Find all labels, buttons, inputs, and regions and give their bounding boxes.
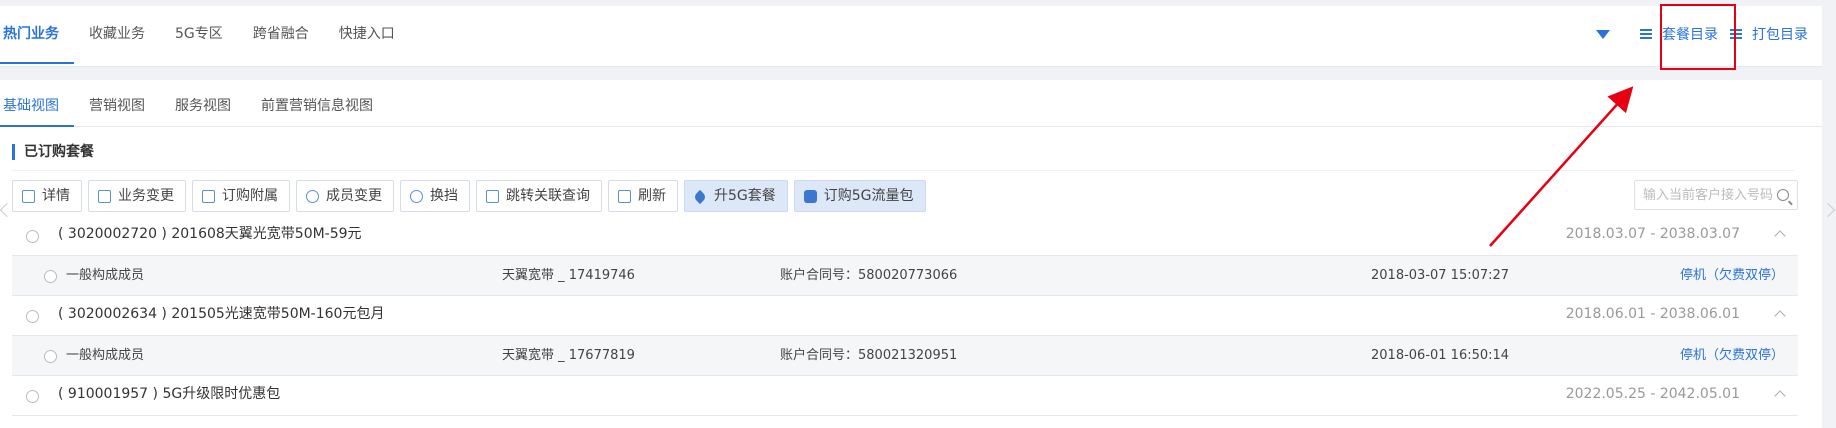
business-change-button[interactable]: 业务变更 xyxy=(88,180,186,212)
chevron-up-icon[interactable] xyxy=(1774,310,1786,322)
top-tabs: 热门业务 收藏业务 5G专区 跨省融合 快捷入口 xyxy=(0,6,410,66)
refresh-label: 刷新 xyxy=(638,188,666,204)
tab-favorites[interactable]: 收藏业务 xyxy=(74,6,160,64)
bundle-catalog-link[interactable]: 打包目录 xyxy=(1730,24,1808,44)
order-5g-data-button[interactable]: 订购5G流量包 xyxy=(793,180,926,212)
member-time: 2018-03-07 15:07:27 xyxy=(1371,268,1510,283)
search-input[interactable] xyxy=(1635,181,1781,209)
package-dates: 2018.06.01 - 2038.06.01 xyxy=(1565,306,1740,322)
upgrade-5g-label: 升5G套餐 xyxy=(714,188,776,204)
tab-cross-province[interactable]: 跨省融合 xyxy=(238,6,324,64)
search-icon[interactable] xyxy=(1777,189,1789,201)
order-addon-button[interactable]: 订购附属 xyxy=(192,180,290,212)
top-links: 套餐目录 打包目录 xyxy=(1596,6,1808,62)
tab-5g-zone[interactable]: 5G专区 xyxy=(160,6,238,64)
details-button[interactable]: 详情 xyxy=(12,180,82,212)
member-role: 一般构成成员 xyxy=(66,268,145,283)
business-change-label: 业务变更 xyxy=(118,188,174,204)
member-time: 2018-06-01 16:50:14 xyxy=(1371,348,1510,363)
list-icon xyxy=(1730,29,1742,39)
order-icon xyxy=(202,189,215,203)
tab-service-view[interactable]: 服务视图 xyxy=(160,80,246,127)
member-status-link[interactable]: 停机（欠费双停） xyxy=(1680,336,1784,375)
tab-pre-marketing-view[interactable]: 前置营销信息视图 xyxy=(246,80,388,127)
user-icon xyxy=(306,189,319,203)
member-role: 一般构成成员 xyxy=(66,348,145,363)
toolbar: 详情 业务变更 订购附属 成员变更 换挡 跳转关联查询 刷新 升5G套餐 订购5… xyxy=(12,180,926,212)
rocket-icon xyxy=(694,190,707,203)
bundle-catalog-label: 打包目录 xyxy=(1752,27,1808,43)
package-radio[interactable] xyxy=(26,390,39,403)
package-catalog-link[interactable]: 套餐目录 xyxy=(1640,24,1718,44)
switch-icon xyxy=(410,189,423,203)
view-tabs: 基础视图 营销视图 服务视图 前置营销信息视图 xyxy=(0,80,1822,127)
data-pack-icon xyxy=(803,189,817,203)
member-radio[interactable] xyxy=(44,270,57,283)
related-query-button[interactable]: 跳转关联查询 xyxy=(476,180,602,212)
tab-marketing-view[interactable]: 营销视图 xyxy=(74,80,160,127)
member-change-label: 成员变更 xyxy=(326,188,382,204)
member-account: 账户合同号：580020773066 xyxy=(780,268,958,283)
package-name: ( 910001957 ) 5G升级限时优惠包 xyxy=(58,386,281,402)
caret-down-icon[interactable] xyxy=(1596,29,1610,39)
package-name: ( 3020002720 ) 201608天翼光宽带50M-59元 xyxy=(58,226,362,242)
document-icon xyxy=(22,189,35,203)
chevron-up-icon[interactable] xyxy=(1774,390,1786,402)
member-change-button[interactable]: 成员变更 xyxy=(296,180,394,212)
refresh-button[interactable]: 刷新 xyxy=(608,180,678,212)
search-box xyxy=(1634,180,1798,210)
member-account: 账户合同号：580021320951 xyxy=(780,348,958,363)
scroll-right-icon[interactable] xyxy=(1820,202,1836,218)
package-dates: 2018.03.07 - 2038.03.07 xyxy=(1565,226,1740,242)
upgrade-5g-button[interactable]: 升5G套餐 xyxy=(684,180,788,212)
package-radio[interactable] xyxy=(26,310,39,323)
search-document-icon xyxy=(486,189,499,203)
edit-icon xyxy=(98,189,111,203)
tab-basic-view[interactable]: 基础视图 xyxy=(0,80,74,127)
section-divider xyxy=(12,170,1794,171)
switch-tier-label: 换挡 xyxy=(430,188,458,204)
package-row[interactable]: ( 3020002634 ) 201505光速宽带50M-160元包月 2018… xyxy=(12,296,1798,336)
package-dates: 2022.05.25 - 2042.05.01 xyxy=(1565,386,1740,402)
package-name: ( 3020002634 ) 201505光速宽带50M-160元包月 xyxy=(58,306,385,322)
related-query-label: 跳转关联查询 xyxy=(506,188,590,204)
package-row[interactable]: ( 3020002720 ) 201608天翼光宽带50M-59元 2018.0… xyxy=(12,216,1798,256)
tab-hot-business[interactable]: 热门业务 xyxy=(0,6,74,64)
top-tab-bar: 热门业务 收藏业务 5G专区 跨省融合 快捷入口 套餐目录 打包目录 xyxy=(0,6,1822,67)
package-catalog-label: 套餐目录 xyxy=(1662,27,1718,43)
member-row[interactable]: 一般构成成员 天翼宽带 _ 17677819 账户合同号：58002132095… xyxy=(12,336,1798,376)
member-row[interactable]: 一般构成成员 天翼宽带 _ 17419746 账户合同号：58002077306… xyxy=(12,256,1798,296)
order-addon-label: 订购附属 xyxy=(222,188,278,204)
member-status-link[interactable]: 停机（欠费双停） xyxy=(1680,256,1784,295)
package-list: ( 3020002720 ) 201608天翼光宽带50M-59元 2018.0… xyxy=(12,216,1798,416)
package-row[interactable]: ( 910001957 ) 5G升级限时优惠包 2022.05.25 - 204… xyxy=(12,376,1798,416)
member-product: 天翼宽带 _ 17419746 xyxy=(502,268,635,283)
tab-quick-entry[interactable]: 快捷入口 xyxy=(324,6,410,64)
package-radio[interactable] xyxy=(26,230,39,243)
order-5g-data-label: 订购5G流量包 xyxy=(823,188,914,204)
chevron-up-icon[interactable] xyxy=(1774,230,1786,242)
main-panel: 基础视图 营销视图 服务视图 前置营销信息视图 已订购套餐 详情 业务变更 订购… xyxy=(0,80,1822,428)
member-radio[interactable] xyxy=(44,350,57,363)
details-button-label: 详情 xyxy=(42,188,70,204)
member-product: 天翼宽带 _ 17677819 xyxy=(502,348,635,363)
switch-tier-button[interactable]: 换挡 xyxy=(400,180,470,212)
list-icon xyxy=(1640,29,1652,39)
section-title: 已订购套餐 xyxy=(12,144,94,160)
refresh-icon xyxy=(618,189,631,203)
